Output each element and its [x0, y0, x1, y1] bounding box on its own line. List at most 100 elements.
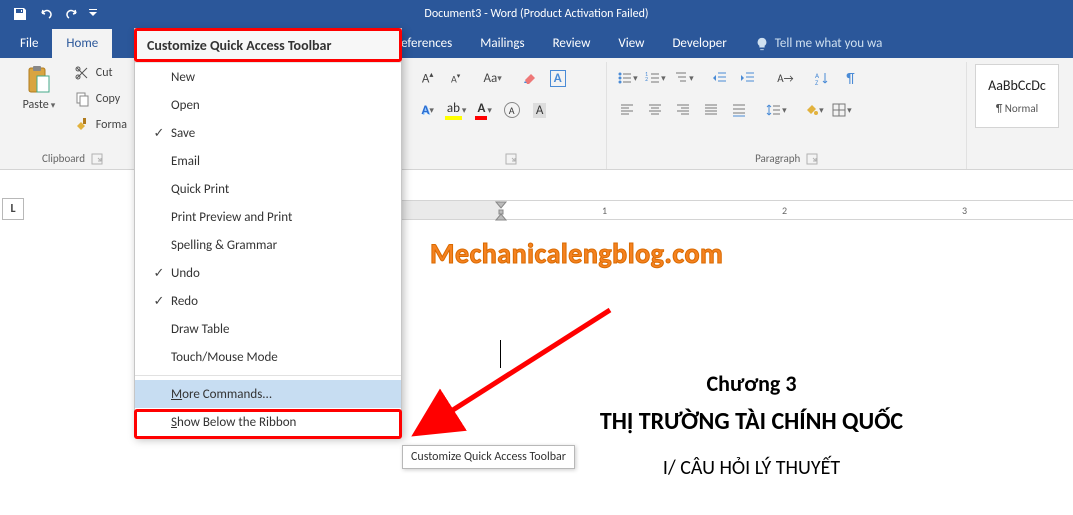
undo-icon[interactable]: [34, 2, 58, 26]
shading-button[interactable]: ▾: [801, 98, 825, 122]
menu-item-draw-table[interactable]: Draw Table: [135, 315, 401, 343]
indent-icon: [740, 70, 756, 86]
shrink-font-button[interactable]: A▾: [444, 66, 468, 90]
distributed-icon: [731, 102, 747, 118]
ruler-number: 1: [602, 204, 607, 217]
copy-icon: [74, 91, 90, 107]
group-label-styles: [1016, 152, 1019, 165]
multilevel-button[interactable]: ▾: [671, 66, 695, 90]
borders-icon: [831, 102, 847, 118]
qat-customize-menu: Customize Quick Access Toolbar New Open …: [134, 28, 402, 437]
check-icon: ✓: [147, 294, 171, 309]
bullets-button[interactable]: ▾: [615, 66, 639, 90]
save-icon[interactable]: [8, 2, 32, 26]
outdent-icon: [712, 70, 728, 86]
quick-access-toolbar: [0, 0, 100, 28]
tab-view[interactable]: View: [604, 29, 658, 58]
watermark-text: Mechanicalengblog.com: [430, 236, 723, 271]
numbering-button[interactable]: 12▾: [643, 66, 667, 90]
align-right-icon: [675, 102, 691, 118]
menu-item-quick-print[interactable]: Quick Print: [135, 175, 401, 203]
paste-button[interactable]: Paste▾: [14, 62, 64, 112]
menu-item-more-commands[interactable]: More Commands...: [135, 380, 401, 408]
qat-customize-caret-icon[interactable]: [86, 2, 100, 26]
text-caret: [500, 340, 501, 368]
char-border-button[interactable]: A: [546, 66, 570, 90]
menu-item-email[interactable]: Email: [135, 147, 401, 175]
format-painter-button[interactable]: Forma: [70, 114, 131, 136]
dialog-launcher-icon[interactable]: [806, 153, 818, 165]
increase-indent-button[interactable]: [736, 66, 760, 90]
indent-marker-icon[interactable]: [494, 200, 510, 222]
title-bar: Document3 - Word (Product Activation Fai…: [0, 0, 1073, 28]
menu-title: Customize Quick Access Toolbar: [135, 29, 401, 63]
tell-me-input[interactable]: Tell me what you wa: [745, 29, 893, 58]
tab-developer[interactable]: Developer: [658, 29, 740, 58]
ruler-margin-shade: [402, 201, 500, 219]
bullets-icon: [617, 70, 633, 86]
menu-item-spelling[interactable]: Spelling & Grammar: [135, 231, 401, 259]
tab-mailings[interactable]: Mailings: [466, 29, 538, 58]
tab-review[interactable]: Review: [539, 29, 605, 58]
group-paragraph: ▾ 12▾ ▾ A→ AZ ¶ ▾ ▾: [607, 62, 967, 169]
tab-home[interactable]: Home: [52, 29, 112, 58]
font-color-button[interactable]: A▾: [472, 98, 496, 122]
tab-file[interactable]: File: [6, 29, 52, 58]
highlight-button[interactable]: ab▾: [444, 98, 468, 122]
char-shading-button[interactable]: A: [528, 98, 552, 122]
horizontal-ruler[interactable]: 1 2 3: [402, 200, 1073, 220]
align-center-button[interactable]: [643, 98, 667, 122]
dialog-launcher-icon[interactable]: [505, 153, 517, 165]
menu-item-show-below[interactable]: Show Below the Ribbon: [135, 408, 401, 436]
sort-button[interactable]: AZ: [810, 66, 834, 90]
clear-format-button[interactable]: [518, 66, 542, 90]
ruler-number: 2: [782, 204, 787, 217]
decrease-indent-button[interactable]: [708, 66, 732, 90]
doc-heading-chapter: Chương 3: [430, 370, 1073, 397]
group-styles: AaBbCcDc ¶ Normal: [967, 62, 1067, 169]
group-label-font: [497, 152, 500, 165]
numbering-icon: 12: [645, 70, 661, 86]
group-label-clipboard: Clipboard: [42, 152, 85, 165]
dialog-launcher-icon[interactable]: [91, 153, 103, 165]
menu-separator: [135, 375, 401, 376]
menu-item-undo[interactable]: ✓Undo: [135, 259, 401, 287]
ruler-number: 3: [962, 204, 967, 217]
copy-button[interactable]: Copy: [70, 88, 131, 110]
redo-icon[interactable]: [60, 2, 84, 26]
change-case-button[interactable]: Aa▾: [481, 66, 505, 90]
menu-item-open[interactable]: Open: [135, 91, 401, 119]
scissors-icon: [74, 65, 90, 81]
align-center-icon: [647, 102, 663, 118]
distributed-button[interactable]: [727, 98, 751, 122]
justify-icon: [703, 102, 719, 118]
line-spacing-button[interactable]: ▾: [764, 98, 788, 122]
group-label-paragraph: Paragraph: [755, 152, 800, 165]
window-title: Document3 - Word (Product Activation Fai…: [424, 7, 648, 21]
menu-item-save[interactable]: ✓Save: [135, 119, 401, 147]
menu-item-touch-mode[interactable]: Touch/Mouse Mode: [135, 343, 401, 371]
tab-selector[interactable]: L: [2, 198, 24, 220]
style-normal[interactable]: AaBbCcDc ¶ Normal: [975, 64, 1059, 128]
borders-button[interactable]: ▾: [829, 98, 853, 122]
cut-button[interactable]: Cut: [70, 62, 131, 84]
sort-icon: AZ: [814, 70, 830, 86]
tooltip: Customize Quick Access Toolbar: [402, 445, 575, 469]
align-left-button[interactable]: [615, 98, 639, 122]
text-effects-button[interactable]: A▾: [416, 98, 440, 122]
menu-item-print-preview[interactable]: Print Preview and Print: [135, 203, 401, 231]
menu-item-redo[interactable]: ✓Redo: [135, 287, 401, 315]
multilevel-icon: [673, 70, 689, 86]
group-font: A▴ A▾ Aa▾ A A▾ ab▾ A▾ A A: [408, 62, 608, 169]
bucket-icon: [803, 102, 819, 118]
doc-heading-title: THỊ TRƯỜNG TÀI CHÍNH QUỐC: [430, 407, 1073, 436]
enclose-char-button[interactable]: A: [500, 98, 524, 122]
justify-button[interactable]: [699, 98, 723, 122]
ltr-button[interactable]: A→: [773, 66, 797, 90]
show-marks-button[interactable]: ¶: [838, 66, 862, 90]
check-icon: ✓: [147, 126, 171, 141]
grow-font-button[interactable]: A▴: [416, 66, 440, 90]
menu-item-new[interactable]: New: [135, 63, 401, 91]
brush-icon: [74, 117, 90, 133]
align-right-button[interactable]: [671, 98, 695, 122]
